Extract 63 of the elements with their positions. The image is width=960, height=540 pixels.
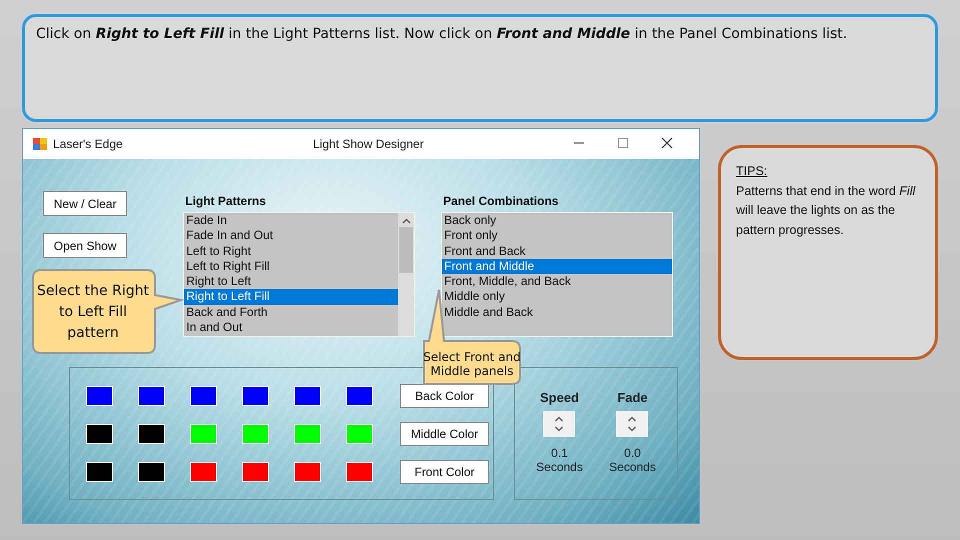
- color-button[interactable]: Middle Color: [400, 422, 489, 446]
- app-icon: [33, 137, 47, 151]
- color-swatch[interactable]: [242, 424, 269, 444]
- list-label: Panel Combinations: [443, 194, 560, 208]
- color-swatch[interactable]: [294, 462, 321, 482]
- list-item[interactable]: Left to Right Fill: [184, 258, 398, 274]
- color-swatch[interactable]: [190, 386, 217, 406]
- color-button[interactable]: Front Color: [400, 460, 489, 484]
- color-swatch[interactable]: [190, 424, 217, 444]
- list-item[interactable]: Middle only: [442, 289, 672, 305]
- color-swatch[interactable]: [242, 462, 269, 482]
- list-item[interactable]: Right to Left: [184, 274, 398, 290]
- up-down-arrows-icon: [554, 415, 564, 433]
- color-swatch[interactable]: [86, 424, 113, 444]
- color-swatch[interactable]: [86, 386, 113, 406]
- color-swatch[interactable]: [346, 424, 373, 444]
- list-item[interactable]: Middle and Back: [442, 304, 672, 320]
- list-item[interactable]: Front, Middle, and Back: [442, 274, 672, 290]
- list-item[interactable]: Front only: [442, 228, 672, 244]
- form-button[interactable]: New / Clear: [43, 191, 128, 216]
- list-item[interactable]: Left to Right: [184, 244, 398, 259]
- color-swatch[interactable]: [294, 424, 321, 444]
- form-button[interactable]: Open Show: [43, 233, 128, 258]
- instruction-text: Click on Right to Left Fill in the Light Patterns list. Now click on Front and Middle in the Panel Combinations list.: [36, 26, 848, 42]
- color-swatch[interactable]: [86, 462, 113, 482]
- list-item[interactable]: In and Out: [184, 320, 398, 336]
- list-box[interactable]: Fade In Fade In and Out Left to Right Left to Right Fill Right to Left Right to Left Fill Back and Forth In and Out: [183, 212, 416, 337]
- color-swatch[interactable]: [346, 386, 373, 406]
- window-title: Light Show Designer: [313, 137, 425, 151]
- color-button[interactable]: Back Color: [400, 384, 489, 408]
- tips-title: TIPS:: [736, 163, 768, 180]
- list-item[interactable]: Right to Left Fill: [184, 289, 398, 305]
- color-swatch[interactable]: [190, 462, 217, 482]
- color-swatch[interactable]: [242, 386, 269, 406]
- hint-tooltip: Select the Right to Left Fill pattern: [31, 269, 183, 355]
- app-name: Laser's Edge: [53, 137, 124, 151]
- timer-unit: Seconds: [536, 460, 583, 474]
- up-down-arrows-icon: [627, 415, 638, 433]
- color-swatch[interactable]: [138, 462, 165, 482]
- list-item[interactable]: Front and Back: [442, 244, 672, 259]
- list-item[interactable]: Back only: [442, 213, 672, 228]
- color-swatch[interactable]: [138, 386, 165, 406]
- list-label: Light Patterns: [185, 194, 267, 208]
- list-item[interactable]: Fade In: [184, 213, 398, 228]
- scrollbar[interactable]: [398, 213, 414, 336]
- timer-unit: Seconds: [609, 460, 656, 474]
- color-swatch[interactable]: [294, 386, 321, 406]
- timer-label: Fade: [617, 390, 648, 405]
- list-item[interactable]: Back and Forth: [184, 304, 398, 320]
- color-swatch[interactable]: [346, 462, 373, 482]
- close-icon: [661, 137, 673, 149]
- caret-icon: [402, 217, 411, 225]
- timer-value: 0.1: [551, 446, 568, 460]
- tips-text: Patterns that end in the word Fill will leave the lights on as the pattern progresses.: [736, 182, 916, 239]
- list-box[interactable]: Back only Front only Front and Back Front and Middle Front, Middle, and Back Middle only Middle and Back: [441, 212, 674, 337]
- spin-button[interactable]: [543, 411, 576, 437]
- list-item[interactable]: Fade In and Out: [184, 228, 398, 244]
- color-swatch[interactable]: [138, 424, 165, 444]
- maximize-icon: [617, 137, 629, 149]
- timer-label: Speed: [540, 390, 579, 405]
- spin-button[interactable]: [616, 411, 648, 437]
- timer-value: 0.0: [624, 446, 641, 460]
- list-item[interactable]: Front and Middle: [442, 258, 672, 274]
